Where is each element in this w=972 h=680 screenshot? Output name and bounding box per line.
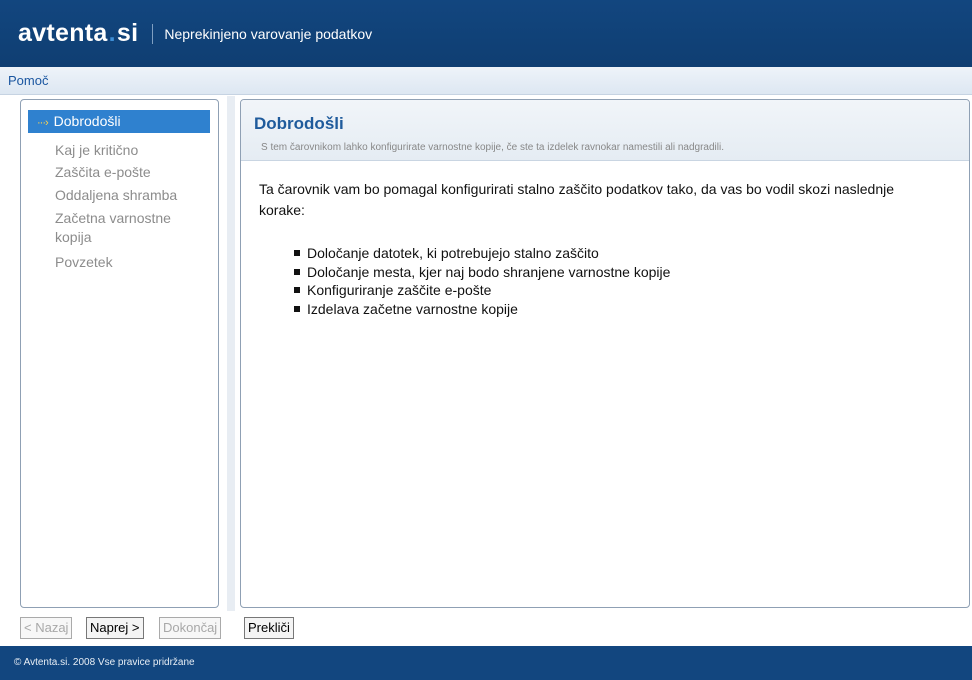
- page-title: Dobrodošli: [254, 114, 344, 133]
- footer-copyright: © Avtenta.si. 2008 Vse pravice pridržane: [0, 646, 972, 680]
- next-button[interactable]: Naprej >: [86, 617, 144, 639]
- panel-gutter: [227, 96, 235, 611]
- intro-text: Ta čarovnik vam bo pomagal konfigurirati…: [259, 181, 895, 218]
- list-item: Določanje datotek, ki potrebujejo stalno…: [294, 244, 670, 263]
- app-tagline: Neprekinjeno varovanje podatkov: [164, 25, 373, 42]
- sidebar-item-remote-storage[interactable]: Oddaljena shramba: [55, 186, 215, 205]
- sidebar-item-summary[interactable]: Povzetek: [55, 253, 215, 272]
- list-item: Izdelava začetne varnostne kopije: [294, 300, 670, 319]
- menu-bar: Pomoč: [0, 67, 972, 95]
- brand-logo: avtenta. si: [18, 19, 138, 48]
- steps-list: Določanje datotek, ki potrebujejo stalno…: [294, 244, 670, 318]
- back-button[interactable]: < Nazaj: [20, 617, 73, 639]
- sidebar-item-label: Dobrodošli: [53, 113, 121, 129]
- logo-tld: si: [116, 19, 139, 47]
- list-item: Konfiguriranje zaščite e-pošte: [294, 281, 670, 300]
- sidebar-item-critical[interactable]: Kaj je kritično: [55, 141, 215, 160]
- cancel-button[interactable]: Prekliči: [244, 617, 294, 639]
- header-divider: [152, 23, 154, 44]
- list-item: Določanje mesta, kjer naj bodo shranjene…: [294, 263, 670, 282]
- app-header: avtenta. si Neprekinjeno varovanje podatk…: [0, 0, 972, 67]
- logo-name: avtenta: [18, 19, 108, 47]
- sidebar-item-welcome[interactable]: ···› Dobrodošli: [28, 110, 210, 133]
- current-step-arrow-icon: ···›: [37, 117, 49, 129]
- help-menu-link[interactable]: Pomoč: [8, 73, 48, 88]
- wizard-content-panel: Dobrodošli S tem čarovnikom lahko konfig…: [240, 99, 970, 608]
- sidebar-item-initial-backup[interactable]: Začetna varnostne kopija: [55, 209, 205, 247]
- page-subtitle: S tem čarovnikom lahko konfigurirate var…: [261, 142, 725, 153]
- logo-dot: .: [108, 19, 116, 47]
- sidebar-item-email-protection[interactable]: Zaščita e-pošte: [55, 163, 215, 182]
- wizard-steps-sidebar: ···› Dobrodošli Kaj je kritično Zaščita e…: [20, 99, 219, 608]
- finish-button[interactable]: Dokončaj: [159, 617, 222, 639]
- content-header: Dobrodošli S tem čarovnikom lahko konfig…: [241, 100, 969, 161]
